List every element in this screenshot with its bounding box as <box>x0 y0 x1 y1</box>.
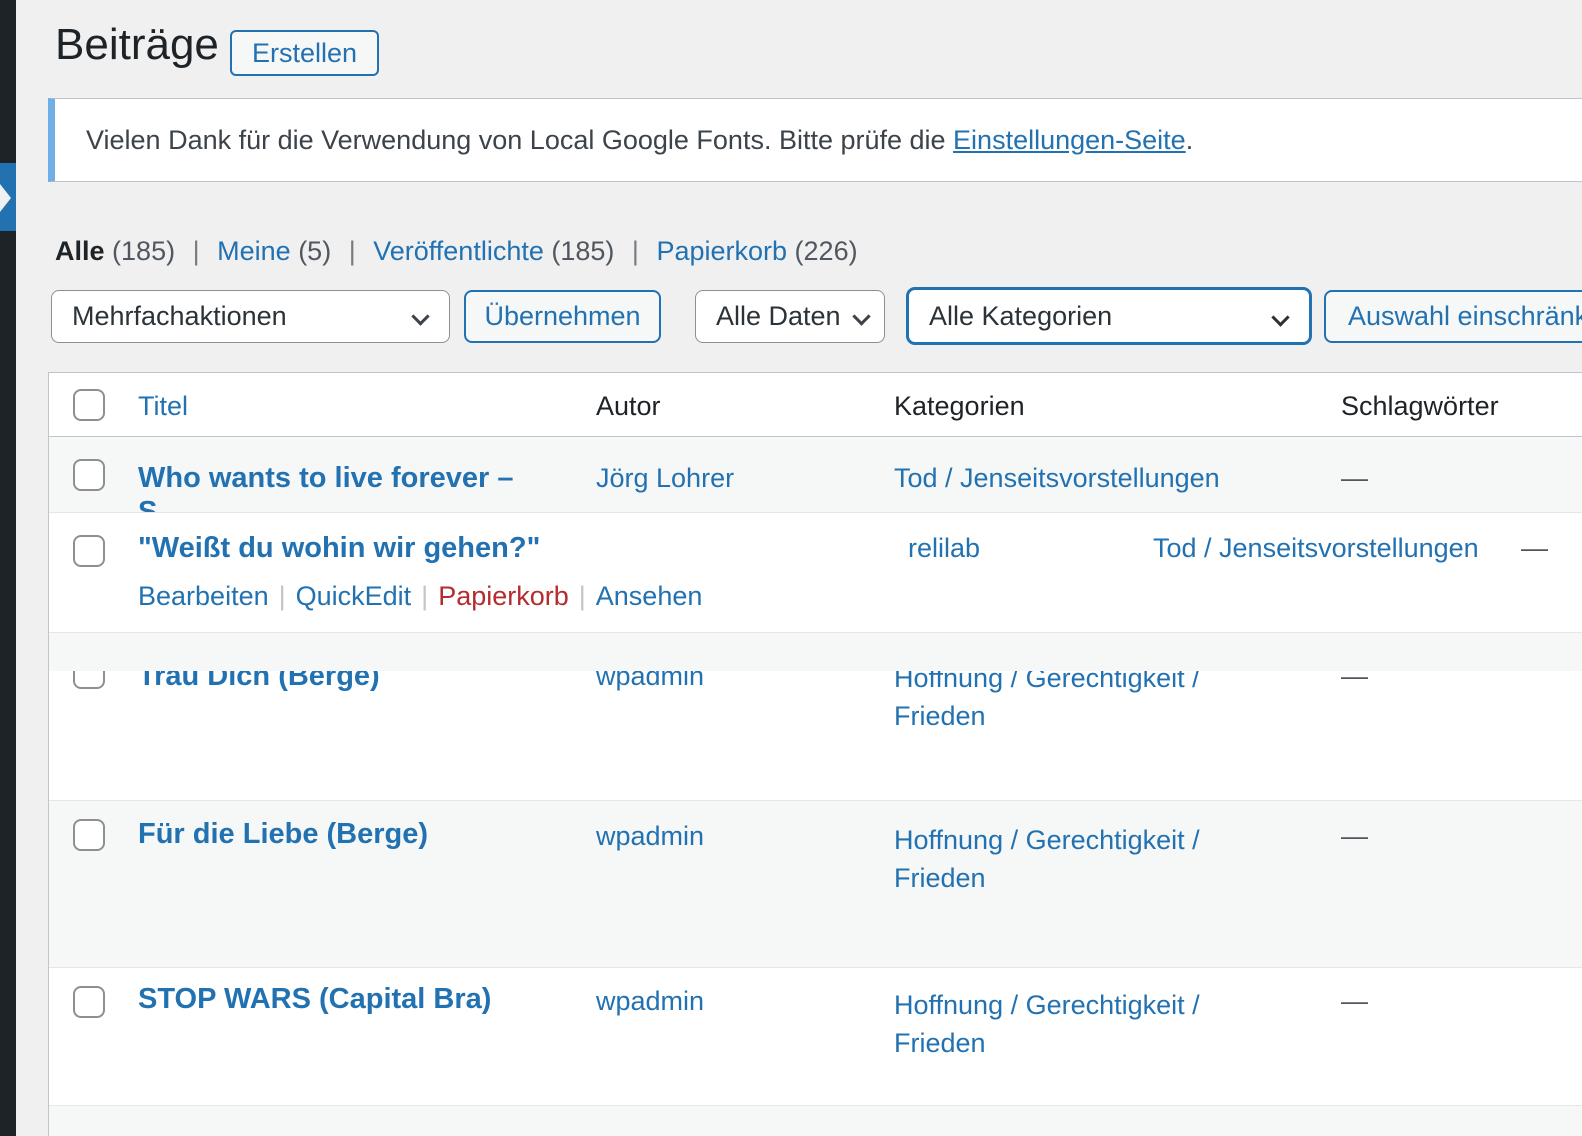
notice-text: Vielen Dank für die Verwendung von Local… <box>55 125 1193 156</box>
tags-empty-dash: — <box>1341 671 1368 692</box>
author-link[interactable]: wpadmin <box>596 986 704 1017</box>
sidebar-flyout-arrow-icon <box>0 184 11 212</box>
trash-action-link[interactable]: Papierkorb <box>438 581 569 611</box>
row-checkbox[interactable] <box>73 819 105 851</box>
settings-page-link[interactable]: Einstellungen-Seite <box>953 125 1186 155</box>
posts-table: Titel Autor Kategorien Schlagwörter Who … <box>48 372 1582 1136</box>
category-link[interactable]: Hoffnung / Gerechtigkeit / Frieden <box>894 821 1214 897</box>
column-header-tags: Schlagwörter <box>1341 391 1499 422</box>
view-filter-links: Alle (185) | Meine (5) | Veröffentlichte… <box>55 236 858 267</box>
view-mine[interactable]: Meine <box>217 236 291 266</box>
quickedit-action-link[interactable]: QuickEdit <box>296 581 412 611</box>
chevron-down-icon <box>1271 308 1289 326</box>
row-checkbox[interactable] <box>73 671 105 689</box>
post-title-link[interactable]: STOP WARS (Capital Bra) <box>138 982 491 1016</box>
page-title: Beiträge <box>55 20 219 70</box>
table-row: Who wants to live forever –S Jörg Lohrer… <box>49 437 1582 512</box>
author-link[interactable]: relilab <box>908 533 980 564</box>
post-title-link[interactable]: "Weißt du wohin wir gehen?" <box>138 531 540 565</box>
tags-empty-dash: — <box>1341 986 1368 1017</box>
select-all-checkbox[interactable] <box>73 389 105 421</box>
apply-button[interactable]: Übernehmen <box>464 290 661 343</box>
bulk-actions-select[interactable]: Mehrfachaktionen <box>51 290 450 343</box>
row-checkbox[interactable] <box>73 535 105 567</box>
table-row: Trau Dich (Berge) wpadmin Hoffnung / Ger… <box>49 671 1582 800</box>
row-checkbox[interactable] <box>73 986 105 1018</box>
category-filter-select[interactable]: Alle Kategorien <box>906 287 1312 345</box>
table-row: STOP WARS (Capital Bra) wpadmin Hoffnung… <box>49 967 1582 1105</box>
edit-action-link[interactable]: Bearbeiten <box>138 581 269 611</box>
chevron-down-icon <box>411 307 429 325</box>
table-row: Für die Liebe (Berge) wpadmin Hoffnung /… <box>49 800 1582 967</box>
view-published[interactable]: Veröffentlichte <box>373 236 544 266</box>
chevron-down-icon <box>852 307 870 325</box>
table-row: "Weißt du wohin wir gehen?" Bearbeiten|Q… <box>49 512 1582 632</box>
date-filter-select[interactable]: Alle Daten <box>695 290 885 343</box>
table-header-row: Titel Autor Kategorien Schlagwörter <box>49 373 1582 437</box>
column-header-title[interactable]: Titel <box>138 391 188 422</box>
filter-button[interactable]: Auswahl einschränken <box>1324 290 1582 343</box>
author-link[interactable]: wpadmin <box>596 671 704 692</box>
admin-sidebar[interactable] <box>0 0 16 1136</box>
column-header-categories: Kategorien <box>894 391 1025 422</box>
category-link[interactable]: Tod / Jenseitsvorstellungen <box>1153 533 1479 564</box>
post-title-link[interactable]: Who wants to live forever –S <box>138 461 513 512</box>
tags-empty-dash: — <box>1341 821 1368 852</box>
tags-empty-dash: — <box>1341 463 1368 494</box>
create-post-button[interactable]: Erstellen <box>230 30 379 76</box>
post-title-link[interactable]: Für die Liebe (Berge) <box>138 817 428 851</box>
notice-banner: Vielen Dank für die Verwendung von Local… <box>48 98 1582 182</box>
view-trash[interactable]: Papierkorb <box>656 236 787 266</box>
row-checkbox[interactable] <box>73 459 105 491</box>
posts-admin-page: Beiträge Erstellen Vielen Dank für die V… <box>0 0 1582 1136</box>
tags-empty-dash: — <box>1521 533 1548 564</box>
column-header-author: Autor <box>596 391 661 422</box>
post-title-link[interactable]: Trau Dich (Berge) <box>138 671 380 693</box>
empty-row-strip <box>49 632 1582 671</box>
category-link[interactable]: Hoffnung / Gerechtigkeit / Frieden <box>894 986 1214 1062</box>
view-all[interactable]: Alle <box>55 236 105 266</box>
view-action-link[interactable]: Ansehen <box>596 581 703 611</box>
author-link[interactable]: Jörg Lohrer <box>596 463 734 494</box>
author-link[interactable]: wpadmin <box>596 821 704 852</box>
table-row-partial <box>49 1105 1582 1136</box>
category-link[interactable]: Hoffnung / Gerechtigkeit / Frieden <box>894 671 1214 735</box>
row-actions: Bearbeiten|QuickEdit|Papierkorb|Ansehen <box>138 581 702 612</box>
category-link[interactable]: Tod / Jenseitsvorstellungen <box>894 463 1220 494</box>
